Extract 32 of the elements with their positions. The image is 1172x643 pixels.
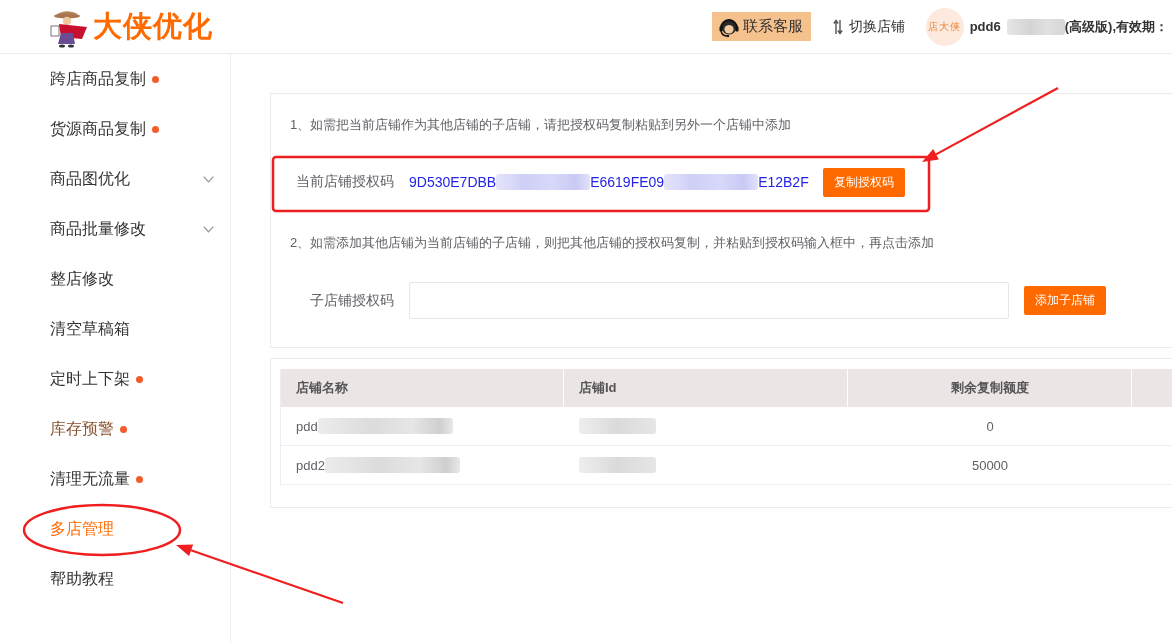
blurred-text (1006, 18, 1065, 35)
sidebar-item[interactable]: 跨店商品复制 (0, 54, 230, 104)
switch-shop-link[interactable]: 切换店铺 (832, 17, 905, 36)
auth-code-text: E12B2F (758, 174, 809, 190)
sidebar-item[interactable]: 整店修改 (0, 254, 230, 304)
sidebar-item[interactable]: 库存预警 (0, 404, 230, 454)
sidebar-item[interactable]: 帮助教程 (0, 554, 230, 604)
swap-arrows-icon (832, 18, 843, 35)
sidebar-item[interactable]: 清理无流量 (0, 454, 230, 504)
table-cell-text: 50000 (970, 456, 1010, 475)
customer-service-button[interactable]: 联系客服 (711, 12, 811, 41)
sidebar-item[interactable]: 清空草稿箱 (0, 304, 230, 354)
field-label: 子店铺授权码 (309, 291, 394, 310)
account-name: (高级版),有效期： (1064, 17, 1168, 36)
table-cell-text: 0 (985, 417, 995, 436)
sidebar-item[interactable]: 货源商品复制 (0, 104, 230, 154)
field-label: 当前店铺授权码 (295, 173, 394, 191)
instruction-text: 2、如需添加其他店铺为当前店铺的子店铺，则把其他店铺的授权码复制，并粘贴到授权码输入框中，再点击添加 (290, 234, 936, 252)
auth-code-text: E6619FE09 (590, 174, 665, 190)
shop-name: pdd (296, 418, 318, 434)
column-header: 店铺名称 (281, 369, 564, 407)
column-header: 剩余复制额度 (848, 369, 1132, 407)
column-header: 店铺Id (564, 369, 848, 407)
account-name: pdd6 (969, 19, 1001, 34)
auth-code-input[interactable] (409, 282, 1009, 319)
auth-code-text: 9D530E7DBB (409, 174, 497, 190)
sidebar-item[interactable]: 定时上下架 (0, 354, 230, 404)
sidebar-item[interactable]: 商品批量修改 (0, 204, 230, 254)
sidebar-item[interactable]: 商品图优化 (0, 154, 230, 204)
shop-name: pdd2 (296, 457, 325, 473)
logo-text: 大侠优化 (93, 8, 213, 44)
instruction-text: 1、如需把当前店铺作为其他店铺的子店铺，请把授权码复制粘贴到另外一个店铺中添加 (290, 116, 793, 134)
